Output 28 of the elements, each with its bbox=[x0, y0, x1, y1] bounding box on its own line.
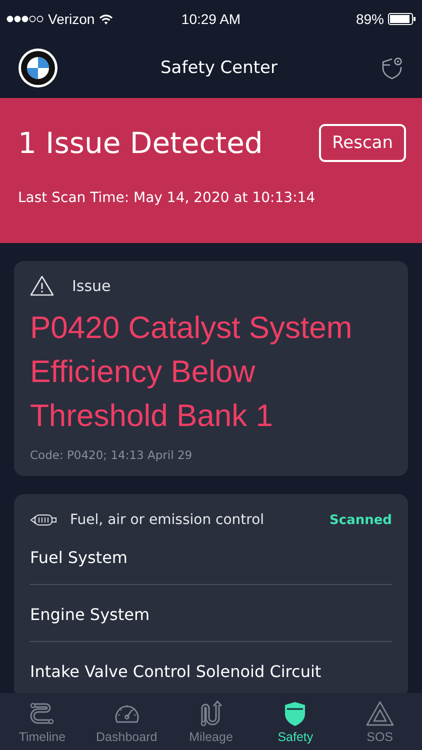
system-item[interactable]: Fuel System bbox=[30, 548, 128, 567]
issue-title: P0420 Catalyst System Efficiency Below Threshold Bank 1 bbox=[30, 309, 354, 435]
last-scan-text: Last Scan Time: May 14, 2020 at 10:13:14 bbox=[18, 190, 316, 206]
status-time: 10:29 AM bbox=[181, 11, 241, 27]
battery-icon bbox=[388, 13, 416, 25]
tab-item[interactable]: Mileage bbox=[168, 693, 254, 750]
shield-gear-icon[interactable] bbox=[380, 56, 404, 80]
category-name: Fuel, air or emission control bbox=[70, 512, 266, 528]
system-item[interactable]: Intake Valve Control Solenoid Circuit bbox=[30, 662, 322, 681]
battery-percent: 89% bbox=[356, 11, 384, 27]
catalytic-converter-icon bbox=[30, 514, 58, 526]
screen-title: Safety Center bbox=[160, 58, 278, 78]
signal-icon bbox=[6, 15, 44, 23]
tab-item[interactable]: Dashboard bbox=[84, 693, 169, 750]
carrier-name: Verizon bbox=[48, 11, 95, 27]
roundel-logo-icon[interactable] bbox=[18, 48, 58, 88]
warning-icon bbox=[30, 275, 54, 296]
scan-status: Scanned bbox=[330, 512, 392, 528]
rescan-button[interactable]: Rescan bbox=[319, 124, 406, 162]
tab-item[interactable]: Safety bbox=[253, 693, 338, 750]
system-item[interactable]: Engine System bbox=[30, 605, 150, 624]
wifi-icon bbox=[98, 14, 113, 24]
tab-item[interactable]: Timeline bbox=[0, 693, 84, 750]
issue-headline: 1 Issue Detected bbox=[18, 126, 263, 160]
tab-item[interactable]: SOS bbox=[338, 693, 422, 750]
issue-label: Issue bbox=[72, 276, 111, 294]
triangle-icon bbox=[366, 700, 394, 728]
issue-code: Code: P0420; 14:13 April 29 bbox=[30, 448, 194, 462]
